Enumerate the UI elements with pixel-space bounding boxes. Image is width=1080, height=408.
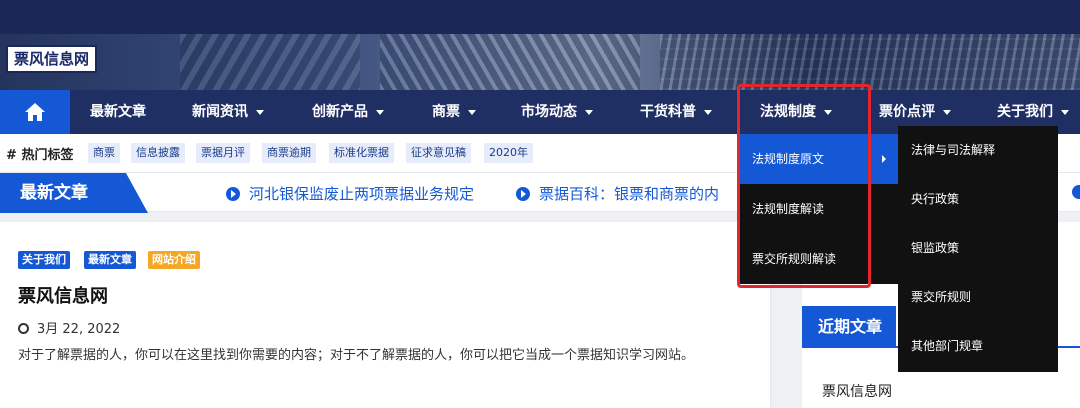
tag-link[interactable]: 征求意见稿 — [406, 143, 471, 163]
nav-item-knowledge[interactable]: 干货科普 — [640, 90, 712, 134]
article-date: 3月 22, 2022 — [18, 318, 120, 337]
arrow-circle-icon — [226, 187, 240, 201]
home-icon — [25, 103, 45, 121]
highlight-box — [737, 84, 871, 288]
hot-tags-label: # 热门标签 — [6, 148, 74, 163]
nav-item-news[interactable]: 新闻资讯 — [192, 90, 264, 134]
tag-link[interactable]: 票据月评 — [196, 143, 250, 163]
chevron-down-icon — [704, 109, 712, 115]
submenu-item-exchange-rules[interactable]: 票交所规则 — [898, 273, 1058, 322]
chevron-down-icon — [376, 109, 384, 115]
ticker-item[interactable]: 票据百科：银票和商票的内 — [516, 183, 719, 204]
chevron-down-icon — [1061, 109, 1069, 115]
chevron-down-icon — [468, 109, 476, 115]
chevron-down-icon — [943, 109, 951, 115]
tag-link[interactable]: 标准化票据 — [329, 143, 394, 163]
chevron-down-icon — [585, 109, 593, 115]
arrow-circle-icon — [516, 187, 530, 201]
ticker-item[interactable]: 河北银保监废止两项票据业务规定 — [226, 183, 474, 204]
submenu-item-central-bank-policy[interactable]: 央行政策 — [898, 175, 1058, 224]
banner-building-image — [660, 34, 1080, 90]
submenu-item-law[interactable]: 法律与司法解释 — [898, 126, 1058, 175]
submenu-item-banking-regulator-policy[interactable]: 银监政策 — [898, 224, 1058, 273]
chevron-down-icon — [256, 109, 264, 115]
regulation-text-submenu: 法律与司法解释 央行政策 银监政策 票交所规则 其他部门规章 — [898, 126, 1058, 372]
article-card: 关于我们 最新文章 网站介绍 票风信息网 3月 22, 2022 对于了解票据的… — [0, 222, 770, 408]
nav-item-commercial-bills[interactable]: 商票 — [432, 90, 476, 134]
category-badge[interactable]: 关于我们 — [18, 251, 70, 269]
banner-building-image — [380, 34, 640, 90]
header-banner — [0, 34, 1080, 90]
chevron-right-icon — [882, 155, 886, 163]
tag-link[interactable]: 商票逾期 — [262, 143, 316, 163]
article-excerpt: 对于了解票据的人，你可以在这里找到你需要的内容；对于不了解票据的人，你可以把它当… — [18, 348, 695, 363]
top-bar — [0, 0, 1080, 34]
nav-item-latest[interactable]: 最新文章 — [90, 90, 146, 134]
tag-link[interactable]: 2020年 — [484, 143, 533, 163]
clock-icon — [18, 323, 29, 334]
nav-item-products[interactable]: 创新产品 — [312, 90, 384, 134]
sidebar-recent-post[interactable]: 票风信息网 — [822, 381, 892, 401]
article-title[interactable]: 票风信息网 — [18, 282, 108, 308]
banner-building-image — [180, 34, 360, 90]
category-badge[interactable]: 网站介绍 — [148, 251, 200, 269]
tag-link[interactable]: 商票 — [88, 143, 120, 163]
nav-item-market[interactable]: 市场动态 — [521, 90, 593, 134]
tag-link[interactable]: 信息披露 — [131, 143, 185, 163]
ticker-heading: 最新文章 — [0, 173, 148, 213]
category-badge[interactable]: 最新文章 — [84, 251, 136, 269]
ticker-next-control[interactable] — [1072, 185, 1080, 199]
home-button[interactable] — [0, 90, 70, 134]
site-logo[interactable]: 票风信息网 — [6, 45, 98, 73]
sidebar-heading: 近期文章 — [802, 306, 896, 348]
hash-icon: # — [6, 148, 17, 163]
submenu-item-other-regulations[interactable]: 其他部门规章 — [898, 322, 1058, 371]
